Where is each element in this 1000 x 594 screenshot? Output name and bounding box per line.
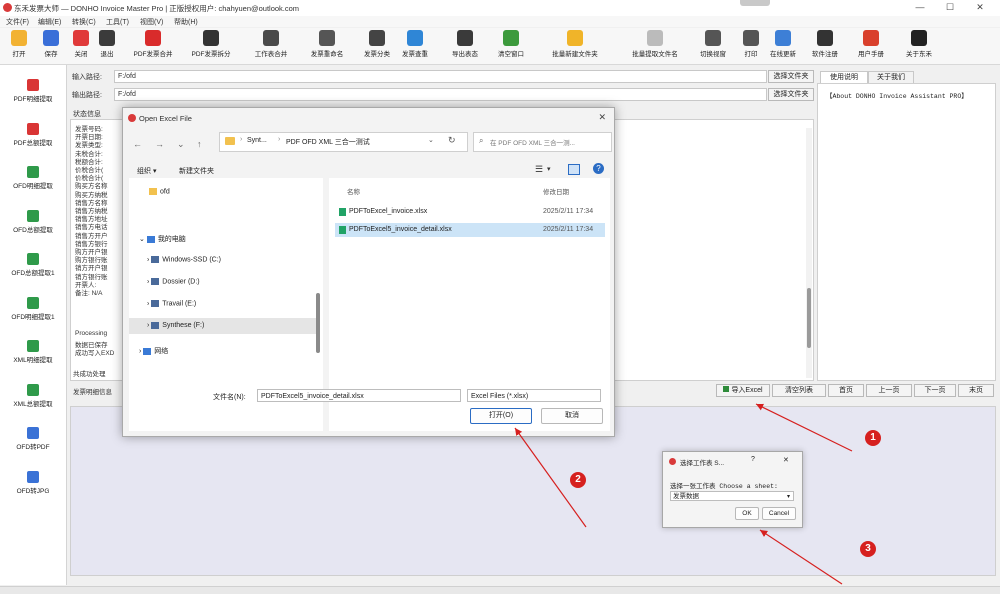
step-badge-1: 1 [865,430,881,446]
arrow-1 [755,403,853,452]
step-badge-3: 3 [860,541,876,557]
step-badge-2: 2 [570,472,586,488]
arrow-3 [759,529,843,585]
annotation-arrows [514,403,853,585]
